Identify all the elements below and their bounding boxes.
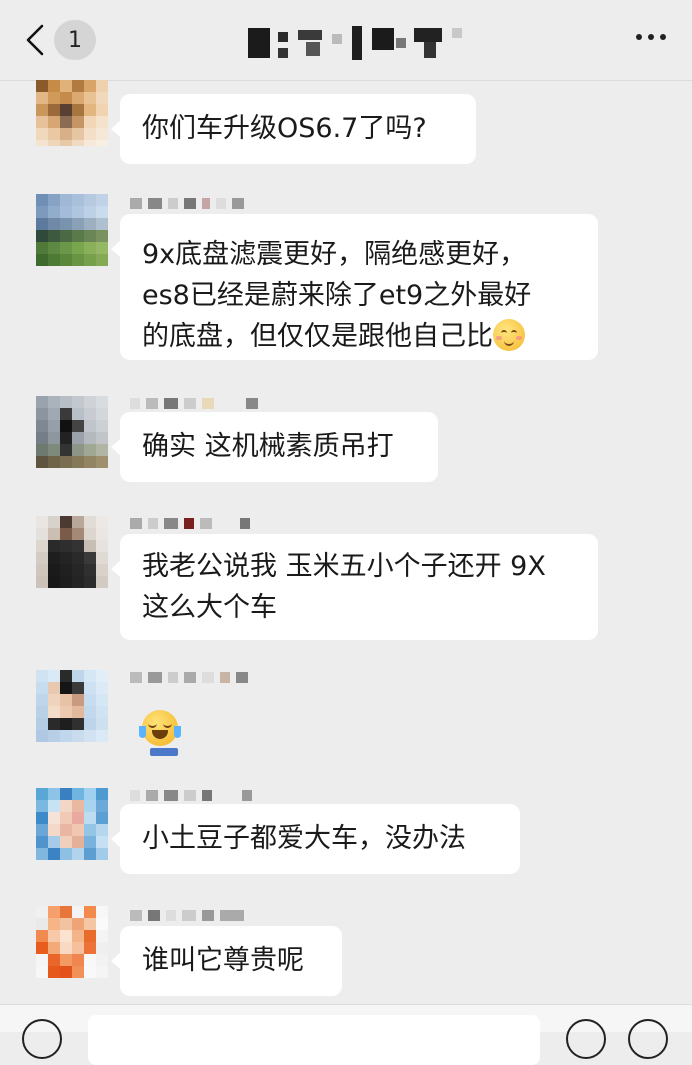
avatar[interactable] <box>36 906 108 978</box>
message-bubble[interactable]: 你们车升级OS6.7了吗? <box>111 94 476 164</box>
message-line: es8已经是蔚来除了et9之外最好 <box>142 280 532 311</box>
message-bubble[interactable]: 9x底盘滤震更好，隔绝感更好， es8已经是蔚来除了et9之外最好 的底盘，但仅… <box>111 214 598 360</box>
input-bar <box>0 1004 692 1065</box>
message-bubble[interactable]: 谁叫它尊贵呢 <box>111 926 342 996</box>
message-row: 我老公说我 玉米五小个子还开 9X 这么大个车 <box>0 506 692 646</box>
message-row: 小土豆子都爱大车，没办法 <box>0 784 692 880</box>
voice-input-button[interactable] <box>22 1019 62 1059</box>
message-bubble[interactable]: 小土豆子都爱大车，没办法 <box>111 804 520 874</box>
message-line-with-emoji: 的底盘，但仅仅是跟他自己比 <box>142 316 576 357</box>
avatar[interactable] <box>36 80 108 146</box>
avatar[interactable] <box>36 788 108 860</box>
more-dots-icon <box>636 34 642 40</box>
message-line: 9x底盘滤震更好，隔绝感更好， <box>142 239 527 270</box>
sender-name-redacted <box>130 788 252 802</box>
message-row: 确实 这机械素质吊打 <box>0 384 692 484</box>
message-bubble[interactable]: 确实 这机械素质吊打 <box>111 412 438 482</box>
avatar[interactable] <box>36 194 108 266</box>
avatar[interactable] <box>36 516 108 588</box>
emoji-button[interactable] <box>566 1019 606 1059</box>
avatar[interactable] <box>36 396 108 468</box>
message-line: 这么大个车 <box>142 592 277 623</box>
chat-header: 1 <box>0 0 692 81</box>
chat-title-redacted <box>248 24 488 62</box>
sender-name-redacted <box>130 908 244 922</box>
message-row <box>0 664 692 774</box>
blushing-face-icon <box>493 319 525 351</box>
sender-name-redacted <box>130 670 248 684</box>
sender-name-redacted <box>130 516 250 530</box>
back-button[interactable]: 1 <box>24 20 96 60</box>
message-row: 9x底盘滤震更好，隔绝感更好， es8已经是蔚来除了et9之外最好 的底盘，但仅… <box>0 190 692 370</box>
more-actions-button[interactable] <box>628 1019 668 1059</box>
sender-name-redacted <box>130 196 244 210</box>
laughing-tears-sticker[interactable] <box>120 686 198 768</box>
avatar[interactable] <box>36 670 108 742</box>
message-row: 谁叫它尊贵呢 <box>0 904 692 1004</box>
message-row: 你们车升级OS6.7了吗? <box>0 80 692 176</box>
unread-count-badge: 1 <box>54 20 96 60</box>
message-input[interactable] <box>88 1015 540 1065</box>
sender-name-redacted <box>130 396 258 410</box>
message-bubble[interactable]: 我老公说我 玉米五小个子还开 9X 这么大个车 <box>111 534 598 640</box>
message-line: 我老公说我 玉米五小个子还开 9X <box>142 551 546 582</box>
more-button[interactable] <box>636 34 666 40</box>
chevron-left-icon <box>26 24 44 56</box>
